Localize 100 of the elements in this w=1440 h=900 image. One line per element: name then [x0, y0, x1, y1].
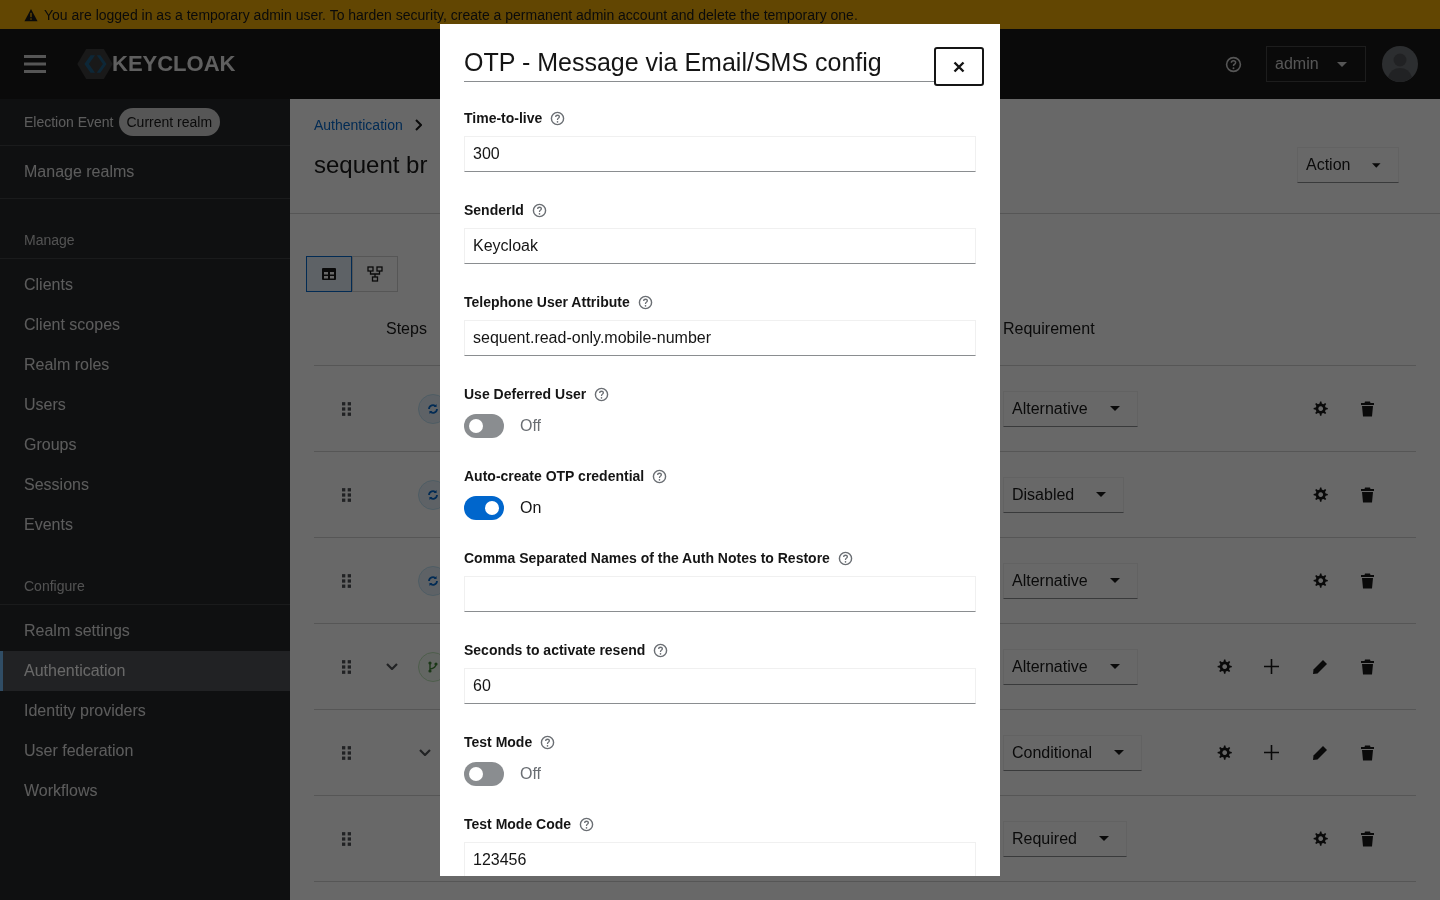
drag-handle-icon: [341, 573, 351, 588]
nav-item[interactable]: Sessions: [0, 465, 290, 505]
caret-icon: [1109, 406, 1120, 411]
help-button[interactable]: [653, 642, 669, 658]
field-label: Use Deferred User: [464, 386, 587, 402]
column-header: Steps: [386, 319, 427, 338]
caret-icon: [1098, 836, 1109, 841]
nav-item[interactable]: User federation: [0, 731, 290, 771]
close-icon: [953, 60, 965, 73]
action-dropdown[interactable]: Action: [1297, 147, 1399, 183]
help-icon: [837, 550, 853, 566]
caret-icon: [1337, 61, 1347, 67]
nav-item[interactable]: Groups: [0, 425, 290, 465]
toggle-label: Off: [520, 417, 542, 435]
trash-icon: [1360, 658, 1376, 675]
nav-item[interactable]: Users: [0, 385, 290, 425]
requirement-dropdown[interactable]: Required: [1003, 820, 1127, 857]
breadcrumb-link[interactable]: Authentication: [314, 117, 403, 133]
help-icon: [637, 294, 653, 310]
caret-icon: [1109, 578, 1120, 583]
toggle-label: Off: [520, 765, 542, 783]
realm-badge: Current realm: [118, 108, 221, 136]
nav-item[interactable]: Authentication: [0, 651, 290, 691]
drag-handle-icon: [341, 401, 351, 416]
input-field[interactable]: sequent.read-only.mobile-number: [464, 320, 976, 356]
help-button[interactable]: [837, 550, 853, 566]
nav-item[interactable]: Identity providers: [0, 691, 290, 731]
caret-icon: [1372, 162, 1381, 168]
chevron-right-icon: [414, 119, 422, 131]
requirement-dropdown[interactable]: Conditional: [1003, 734, 1143, 771]
gear-icon: [1312, 830, 1328, 847]
nav-item[interactable]: Realm settings: [0, 611, 290, 651]
menu-button[interactable]: [24, 55, 46, 73]
nav-item[interactable]: Client scopes: [0, 305, 290, 345]
field-label: Auto-create OTP credential: [464, 468, 645, 484]
gear-icon: [1216, 658, 1232, 675]
nav-item[interactable]: Clients: [0, 265, 290, 305]
help-button[interactable]: [550, 110, 566, 126]
table-icon: [321, 266, 337, 282]
hexagon-logo-icon: [76, 49, 114, 79]
trash-icon: [1360, 400, 1376, 417]
gear-icon: [1312, 572, 1328, 589]
drag-handle-icon: [341, 831, 351, 846]
plus-icon: [1264, 744, 1280, 761]
input-field[interactable]: 300: [464, 136, 976, 172]
help-button[interactable]: [579, 816, 595, 832]
toggle-switch[interactable]: [464, 414, 504, 438]
toggle-switch[interactable]: [464, 496, 504, 520]
logo-wordmark: KEYCLOAK: [112, 51, 236, 77]
input-field[interactable]: Keycloak: [464, 228, 976, 264]
requirement-dropdown[interactable]: Alternative: [1003, 562, 1138, 599]
pencil-icon: [1312, 658, 1328, 675]
field-label: SenderId: [464, 202, 524, 218]
input-field[interactable]: 123456: [464, 842, 976, 876]
plus-icon: [1264, 658, 1280, 675]
trash-icon: [1360, 572, 1376, 589]
banner-message: You are logged in as a temporary admin user. To harden security, create a permanent admin account and delete the temporary one.: [44, 6, 858, 23]
caret-icon: [1114, 750, 1125, 755]
nav-item[interactable]: Events: [0, 505, 290, 545]
input-field[interactable]: [464, 576, 976, 612]
help-icon: [531, 202, 547, 218]
nav-item[interactable]: Workflows: [0, 771, 290, 811]
menu-icon: [24, 55, 46, 73]
chevron-down-icon: [419, 749, 431, 756]
drag-handle-icon: [341, 487, 351, 502]
nav-item[interactable]: Realm roles: [0, 345, 290, 385]
requirement-dropdown[interactable]: Disabled: [1003, 476, 1125, 513]
help-button[interactable]: [594, 386, 610, 402]
requirement-dropdown[interactable]: Alternative: [1003, 648, 1138, 685]
trash-icon: [1360, 486, 1376, 503]
modal-title: OTP - Message via Email/SMS config: [464, 40, 934, 82]
field-label: Comma Separated Names of the Auth Notes to Restore: [464, 550, 830, 566]
page-title: sequent br: [314, 151, 428, 179]
help-button[interactable]: [652, 468, 668, 484]
column-header: Requirement: [1003, 319, 1096, 338]
chevron-down-icon: [386, 663, 398, 670]
avatar-icon: [1382, 46, 1418, 82]
diagram-icon: [367, 266, 383, 282]
field-label: Time-to-live: [464, 110, 543, 126]
close-button[interactable]: [934, 47, 984, 86]
caret-icon: [1096, 492, 1107, 497]
help-icon: [653, 642, 669, 658]
help-icon: [540, 734, 556, 750]
field-label: Telephone User Attribute: [464, 294, 630, 310]
requirement-dropdown[interactable]: Alternative: [1003, 390, 1138, 427]
toggle-switch[interactable]: [464, 762, 504, 786]
field-label: Test Mode Code: [464, 816, 572, 832]
view-toggle-button[interactable]: [306, 256, 352, 292]
field-label: Test Mode: [464, 734, 533, 750]
user-menu-dropdown[interactable]: admin: [1266, 46, 1366, 82]
field-label: Seconds to activate resend: [464, 642, 646, 658]
help-button[interactable]: [531, 202, 547, 218]
help-button[interactable]: [637, 294, 653, 310]
drag-handle-icon: [341, 745, 351, 760]
warning-icon: [24, 7, 38, 22]
trash-icon: [1360, 744, 1376, 761]
help-icon: [652, 468, 668, 484]
input-field[interactable]: 60: [464, 668, 976, 704]
gear-icon: [1312, 400, 1328, 417]
help-button[interactable]: [540, 734, 556, 750]
